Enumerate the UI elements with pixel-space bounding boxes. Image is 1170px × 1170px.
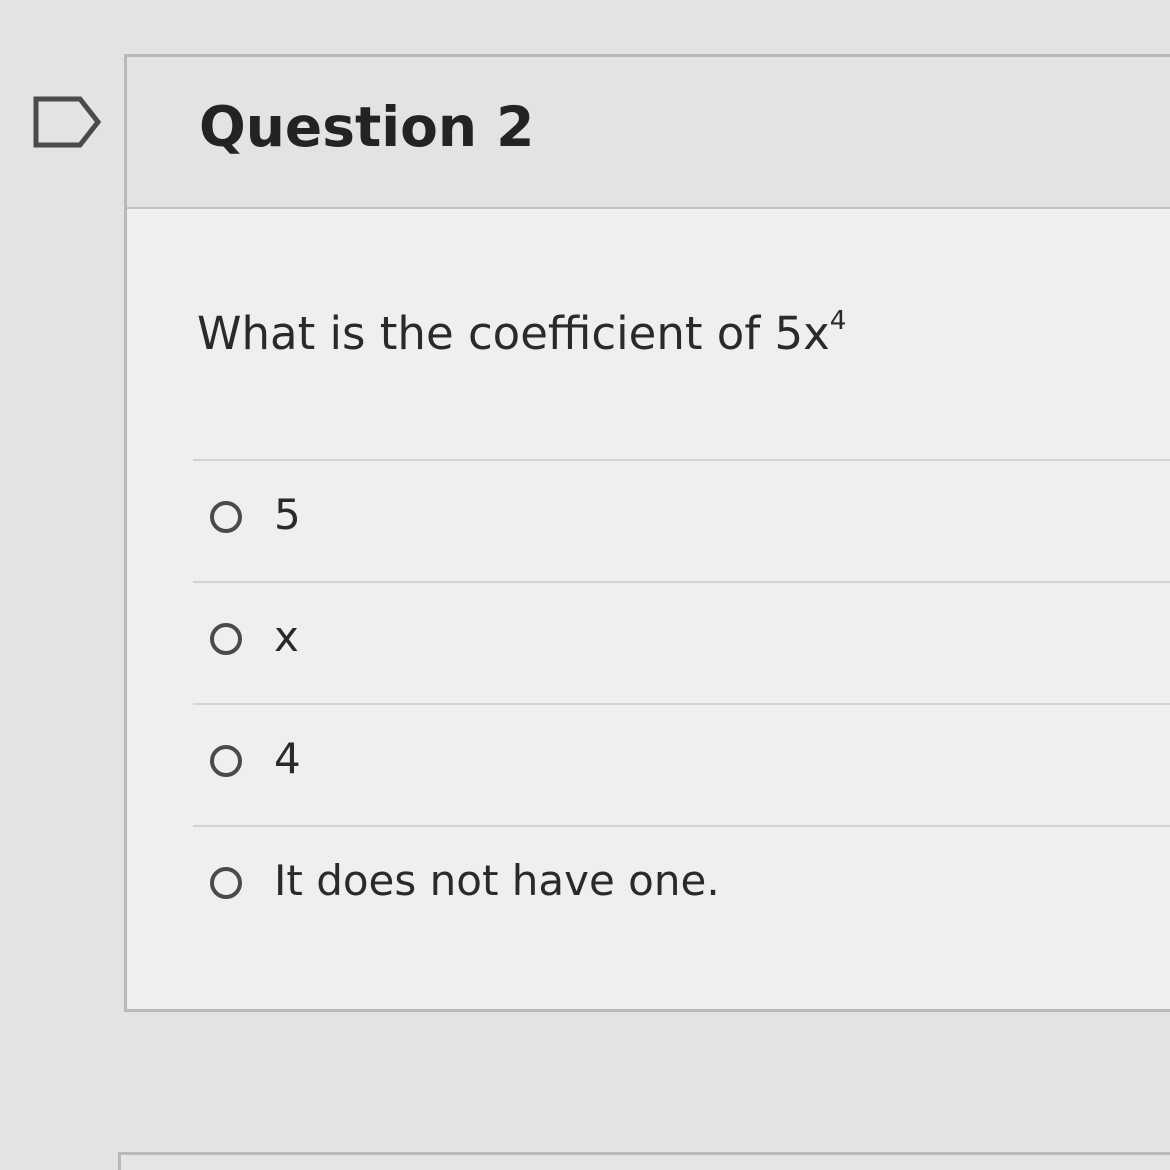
answer-option-4[interactable]: 4 xyxy=(193,703,1170,825)
radio-unchecked-icon[interactable] xyxy=(210,623,242,655)
question-card: Question 2 What is the coefficient of 5x… xyxy=(124,54,1170,1012)
answer-label[interactable]: x xyxy=(274,612,299,661)
answer-option-5[interactable]: 5 xyxy=(193,459,1170,581)
flag-outline-shape xyxy=(33,96,102,148)
question-text: What is the coefficient of 5x4 xyxy=(197,306,847,360)
question-title: Question 2 xyxy=(199,95,535,159)
flag-outline-icon[interactable] xyxy=(32,92,104,152)
question-text-main: What is the coefficient of 5x xyxy=(197,307,830,360)
answer-label[interactable]: 5 xyxy=(274,490,301,539)
answer-option-none[interactable]: It does not have one. xyxy=(193,825,1170,947)
answer-list: 5 x 4 It does not have one. xyxy=(193,459,1170,947)
answer-label[interactable]: It does not have one. xyxy=(274,856,720,905)
question-text-exponent: 4 xyxy=(829,306,847,336)
next-question-card-edge xyxy=(118,1152,1170,1170)
question-header: Question 2 xyxy=(127,57,1170,209)
answer-label[interactable]: 4 xyxy=(274,734,301,783)
radio-unchecked-icon[interactable] xyxy=(210,501,242,533)
radio-unchecked-icon[interactable] xyxy=(210,745,242,777)
question-body: What is the coefficient of 5x4 5 x 4 It … xyxy=(127,209,1170,1009)
answer-option-x[interactable]: x xyxy=(193,581,1170,703)
radio-unchecked-icon[interactable] xyxy=(210,867,242,899)
